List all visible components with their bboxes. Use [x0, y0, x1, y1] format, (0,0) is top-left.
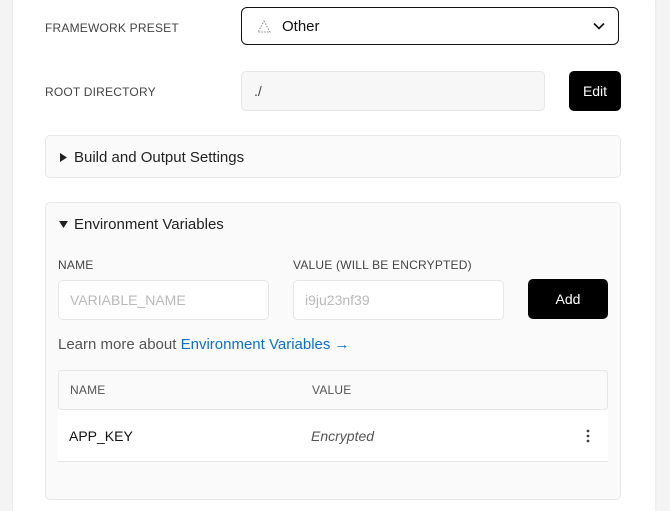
- chevron-down-icon: [592, 19, 606, 33]
- root-directory-field: ./: [241, 71, 545, 111]
- learn-more-text: Learn more about Environment Variables →: [58, 336, 350, 353]
- framework-preset-label: FRAMEWORK PRESET: [45, 21, 179, 35]
- add-env-button[interactable]: Add: [528, 279, 608, 319]
- caret-down-icon: [58, 219, 68, 229]
- build-output-toggle[interactable]: Build and Output Settings: [46, 136, 620, 178]
- env-table-header: NAME VALUE: [58, 370, 608, 410]
- env-row-name: APP_KEY: [69, 427, 133, 444]
- env-table-header-name: NAME: [70, 383, 106, 397]
- more-vertical-icon[interactable]: [568, 429, 608, 443]
- env-row-value: Encrypted: [311, 427, 375, 444]
- framework-preset-select[interactable]: Other: [241, 7, 619, 45]
- learn-more-prefix: Learn more about: [58, 336, 177, 353]
- framework-preset-value: Other: [282, 17, 320, 35]
- env-vars-toggle[interactable]: Environment Variables: [46, 203, 620, 245]
- build-output-title: Build and Output Settings: [74, 148, 245, 166]
- project-settings-panel: FRAMEWORK PRESET Other ROOT DIRECTORY ./…: [13, 0, 655, 511]
- env-vars-section: Environment Variables NAME VALUE (WILL B…: [45, 202, 621, 500]
- env-vars-table: NAME VALUE APP_KEY Encrypted: [58, 370, 608, 462]
- env-name-label: NAME: [58, 258, 94, 272]
- edit-root-button[interactable]: Edit: [569, 71, 621, 111]
- env-table-header-value: VALUE: [312, 383, 352, 397]
- env-value-input[interactable]: [293, 280, 504, 320]
- env-value-label: VALUE (WILL BE ENCRYPTED): [293, 258, 472, 272]
- root-directory-label: ROOT DIRECTORY: [45, 85, 156, 99]
- env-vars-title: Environment Variables: [74, 215, 224, 233]
- env-name-input[interactable]: [58, 280, 269, 320]
- triangle-outline-icon: [256, 18, 272, 34]
- env-vars-docs-link[interactable]: Environment Variables →: [181, 336, 350, 353]
- caret-right-icon: [58, 152, 68, 162]
- table-row: APP_KEY Encrypted: [58, 410, 608, 462]
- build-output-section: Build and Output Settings: [45, 135, 621, 178]
